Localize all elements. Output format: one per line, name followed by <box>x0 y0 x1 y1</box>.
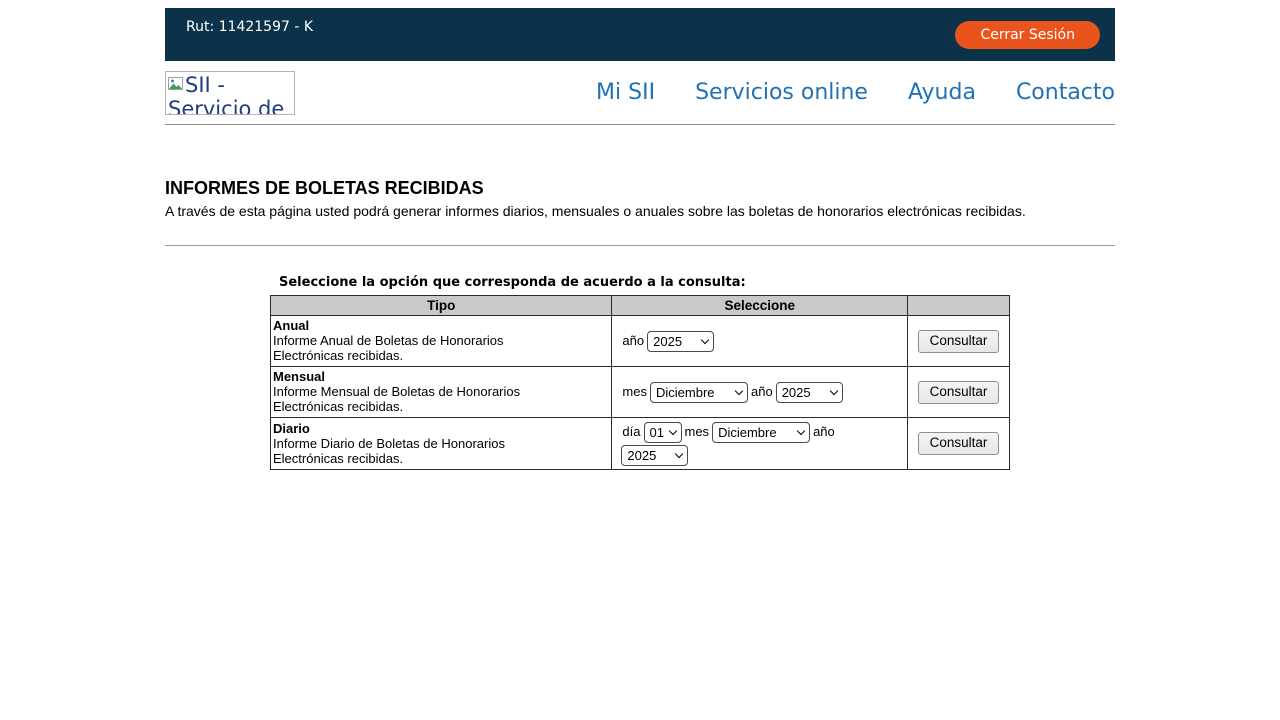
table-row-diario: Diario Informe Diario de Boletas de Hono… <box>271 418 1010 470</box>
row-description: Informe Mensual de Boletas de Honorarios… <box>273 384 535 414</box>
header-divider <box>165 124 1115 125</box>
nav-item-servicios-online[interactable]: Servicios online <box>695 80 868 105</box>
mensual-month-select[interactable]: Diciembre <box>650 382 748 403</box>
tipo-cell-anual: Anual Informe Anual de Boletas de Honora… <box>271 316 612 367</box>
nav-item-contacto[interactable]: Contacto <box>1016 80 1115 105</box>
row-title: Diario <box>273 421 607 436</box>
nav-item-ayuda[interactable]: Ayuda <box>908 80 976 105</box>
page-container: Rut: 11421597 - K Cerrar Sesión SII - Se… <box>165 8 1115 470</box>
mensual-year-select[interactable]: 2025 <box>776 382 843 403</box>
row-title: Anual <box>273 318 607 333</box>
diario-year-select[interactable]: 2025 <box>621 445 688 466</box>
year-label: año <box>813 424 835 439</box>
page-description: A través de esta página usted podrá gene… <box>165 202 1115 220</box>
topbar: Rut: 11421597 - K Cerrar Sesión <box>165 8 1115 61</box>
table-row-anual: Anual Informe Anual de Boletas de Honora… <box>271 316 1010 367</box>
logout-button[interactable]: Cerrar Sesión <box>955 21 1100 49</box>
consulta-caption: Seleccione la opción que corresponda de … <box>279 275 1115 290</box>
rut-label: Rut: 11421597 - K <box>186 19 313 35</box>
seleccione-cell-diario: día 01mesDiciembreaño 2025 <box>612 418 908 470</box>
month-label: mes <box>685 424 710 439</box>
action-cell-anual: Consultar <box>908 316 1010 367</box>
table-row-mensual: Mensual Informe Mensual de Boletas de Ho… <box>271 367 1010 418</box>
main-nav: Mi SII Servicios online Ayuda Contacto <box>596 80 1115 105</box>
consulta-table: Tipo Seleccione Anual Informe Anual de B… <box>270 295 1010 470</box>
content-divider <box>165 245 1115 246</box>
seleccione-cell-anual: año2025 <box>612 316 908 367</box>
sii-logo-link[interactable]: SII - Servicio de <box>165 71 295 115</box>
column-header-seleccione: Seleccione <box>612 296 908 316</box>
diario-month-select[interactable]: Diciembre <box>712 422 810 443</box>
column-header-action <box>908 296 1010 316</box>
row-description: Informe Anual de Boletas de Honorarios E… <box>273 333 535 363</box>
row-description: Informe Diario de Boletas de Honorarios … <box>273 436 535 466</box>
consultar-button-diario[interactable]: Consultar <box>918 432 1000 455</box>
broken-image-icon <box>168 77 184 92</box>
site-header: SII - Servicio de Mi SII Servicios onlin… <box>165 61 1115 124</box>
year-label: año <box>622 333 644 348</box>
anual-year-select[interactable]: 2025 <box>647 331 714 352</box>
row-title: Mensual <box>273 369 607 384</box>
column-header-tipo: Tipo <box>271 296 612 316</box>
consultar-button-mensual[interactable]: Consultar <box>918 381 1000 404</box>
action-cell-diario: Consultar <box>908 418 1010 470</box>
year-label: año <box>751 384 773 399</box>
tipo-cell-mensual: Mensual Informe Mensual de Boletas de Ho… <box>271 367 612 418</box>
action-cell-mensual: Consultar <box>908 367 1010 418</box>
day-label: día <box>622 424 640 439</box>
seleccione-cell-mensual: mesDiciembreaño2025 <box>612 367 908 418</box>
page-title: INFORMES DE BOLETAS RECIBIDAS <box>165 178 1115 199</box>
month-label: mes <box>622 384 647 399</box>
sii-logo-broken-image: SII - Servicio de <box>165 71 295 115</box>
diario-day-select[interactable]: 01 <box>644 422 682 443</box>
logo-alt-text: SII - Servicio de <box>168 73 284 115</box>
nav-item-mi-sii[interactable]: Mi SII <box>596 80 655 105</box>
table-header-row: Tipo Seleccione <box>271 296 1010 316</box>
consultar-button-anual[interactable]: Consultar <box>918 330 1000 353</box>
tipo-cell-diario: Diario Informe Diario de Boletas de Hono… <box>271 418 612 470</box>
